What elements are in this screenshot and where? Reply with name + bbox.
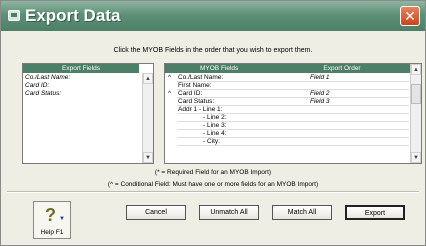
cancel-button[interactable]: Cancel	[126, 205, 186, 220]
title-bar[interactable]: Export Data ✕	[1, 1, 425, 31]
myob-fields-scrollbar[interactable]: ▲ ▼	[410, 64, 421, 163]
close-button[interactable]: ✕	[400, 6, 420, 26]
export-fields-header: Export Fields	[23, 64, 139, 73]
conditional-marker: ^	[168, 90, 172, 97]
myob-field-row[interactable]: - Line 4:	[165, 130, 411, 138]
conditional-field-note: (^ = Conditional Field: Must have one or…	[107, 181, 319, 188]
instruction-text: Click the MYOB Fields in the order that …	[113, 47, 313, 54]
scroll-down-arrow-icon[interactable]: ▼	[411, 152, 421, 163]
export-fields-scrollbar[interactable]: ▲ ▼	[142, 73, 153, 163]
match-all-button[interactable]: Match All	[272, 205, 332, 220]
myob-field-row[interactable]: Addr 1 - Line 1:	[165, 106, 411, 114]
conditional-marker: ^	[168, 74, 172, 81]
myob-field-row[interactable]: ^ Co./Last Name: Field 1	[165, 74, 411, 82]
scroll-up-arrow-icon[interactable]: ▲	[143, 73, 153, 84]
myob-field-row[interactable]: - Line 2:	[165, 114, 411, 122]
help-button[interactable]: ? ▼ Help F1	[33, 201, 71, 239]
export-field-item[interactable]: Card Status:	[25, 90, 61, 98]
export-field-item[interactable]: Card ID:	[25, 82, 49, 90]
myob-field-row[interactable]: - City:	[165, 138, 411, 146]
separator	[7, 191, 419, 193]
window-icon	[8, 10, 20, 21]
help-label: Help F1	[40, 229, 64, 236]
export-data-dialog: Export Data ✕ Click the MYOB Fields in t…	[0, 0, 426, 246]
myob-fields-list[interactable]: MYOB Fields Export Order ^ Co./Last Name…	[164, 63, 422, 164]
export-fields-list[interactable]: Export Fields Co./Last Name: Card ID: Ca…	[22, 63, 154, 164]
export-button[interactable]: Export	[345, 205, 405, 220]
myob-field-row[interactable]: First Name:	[165, 82, 411, 90]
window-title: Export Data	[25, 6, 121, 25]
help-question-icon: ?	[45, 205, 56, 225]
scroll-up-arrow-icon[interactable]: ▲	[411, 64, 421, 75]
chevron-down-icon: ▼	[59, 216, 65, 222]
myob-field-row[interactable]: Card Status: Field 3	[165, 98, 411, 106]
scroll-thumb[interactable]	[411, 84, 421, 104]
export-field-item[interactable]: Co./Last Name:	[25, 74, 70, 82]
scroll-down-arrow-icon[interactable]: ▼	[143, 152, 153, 163]
required-field-note: (* = Required Field for an MYOB Import)	[154, 169, 272, 176]
export-order-header: Export Order	[273, 64, 411, 73]
myob-field-row[interactable]: ^ Card ID: Field 2	[165, 90, 411, 98]
myob-fields-header: MYOB Fields	[165, 64, 273, 73]
myob-field-row[interactable]: - Line 3:	[165, 122, 411, 130]
unmatch-all-button[interactable]: Unmatch All	[199, 205, 259, 220]
